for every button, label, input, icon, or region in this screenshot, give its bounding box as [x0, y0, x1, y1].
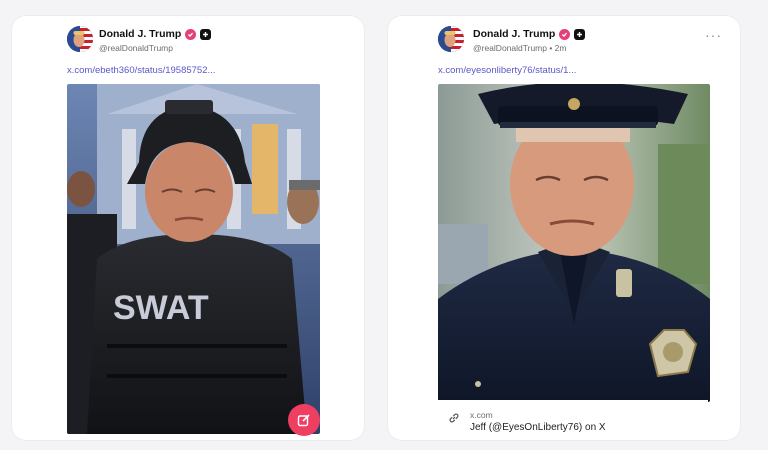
author-row: Donald J. Trump — [473, 28, 586, 40]
author-row: Donald J. Trump — [99, 28, 212, 40]
more-options-icon[interactable]: ··· — [705, 28, 722, 42]
avatar-flag-icon[interactable] — [438, 26, 464, 52]
post-card-right: Donald J. Trump @realDonaldTrump • 2m ··… — [388, 16, 740, 440]
author-handle: @realDonaldTrump — [99, 43, 173, 53]
post-image[interactable]: SWAT — [67, 84, 320, 434]
verified-badge-icon — [559, 28, 571, 40]
compose-icon[interactable] — [288, 404, 320, 436]
link-preview-card[interactable]: x.com Jeff (@EyesOnLiberty76) on X — [438, 400, 708, 440]
author-handle: @realDonaldTrump • 2m — [473, 43, 567, 53]
link-icon — [448, 411, 460, 429]
author-name[interactable]: Donald J. Trump — [473, 28, 555, 40]
verified-badge-icon — [185, 28, 197, 40]
post-card-left: Donald J. Trump @realDonaldTrump x.com/e… — [12, 16, 364, 440]
plus-badge-icon — [200, 28, 212, 40]
post-link[interactable]: x.com/ebeth360/status/19585752... — [67, 65, 215, 76]
plus-badge-icon — [574, 28, 586, 40]
author-name[interactable]: Donald J. Trump — [99, 28, 181, 40]
post-link[interactable]: x.com/eyesonliberty76/status/1... — [438, 65, 576, 76]
swat-text: SWAT — [113, 289, 209, 327]
post-image[interactable] — [438, 84, 710, 402]
avatar-flag-icon[interactable] — [67, 26, 93, 52]
link-preview-domain: x.com — [470, 410, 493, 420]
link-preview-title: Jeff (@EyesOnLiberty76) on X — [470, 422, 606, 433]
